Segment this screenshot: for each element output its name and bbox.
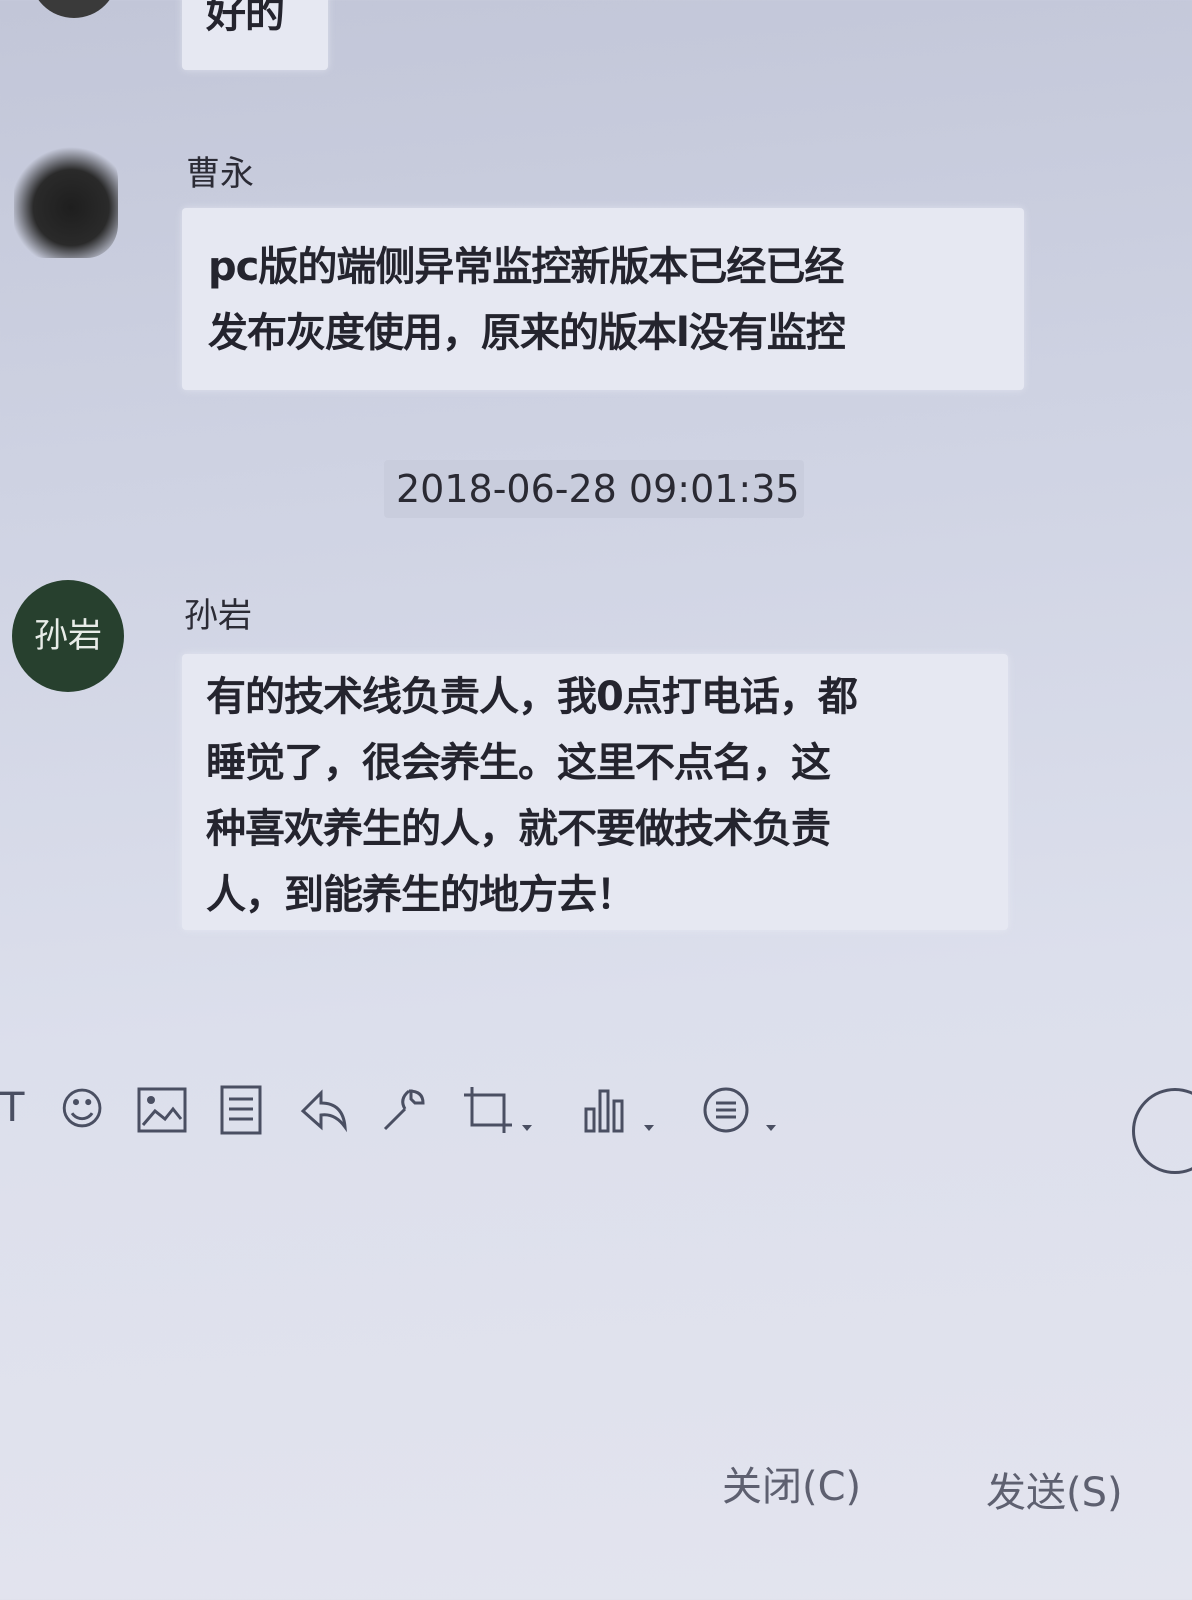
message-line: 有的技术线负责人，我0点打电话，都	[206, 674, 858, 720]
avatar-previous[interactable]	[30, 0, 118, 18]
message-line: 发布灰度使用，原来的版本l没有监控	[208, 310, 846, 356]
clock-icon[interactable]	[1132, 1088, 1192, 1174]
message-line: pc版的端侧异常监控新版本已经已经	[208, 244, 844, 290]
send-button[interactable]: 发送(S)	[986, 1460, 1123, 1518]
message-bubble-previous: 好的	[182, 0, 328, 70]
close-button[interactable]: 关闭(C)	[722, 1454, 861, 1512]
avatar-sunyan[interactable]: 孙岩	[12, 580, 124, 692]
message-line: 种喜欢养生的人，就不要做技术负责	[206, 806, 831, 852]
sender-name: 曹永	[186, 154, 254, 194]
font-icon[interactable]: T	[0, 1078, 24, 1138]
message-bubble: 有的技术线负责人，我0点打电话，都 睡觉了，很会养生。这里不点名，这 种喜欢养生…	[182, 654, 1008, 930]
shake-icon[interactable]	[296, 1080, 352, 1140]
timestamp: 2018-06-28 09:01:35	[396, 467, 800, 511]
message-line: 睡觉了，很会养生。这里不点名，这	[206, 740, 831, 786]
emoji-icon[interactable]: ☺	[54, 1080, 110, 1140]
screenshot-icon[interactable]	[460, 1080, 540, 1140]
image-icon[interactable]	[134, 1080, 190, 1140]
avatar-caoyong[interactable]	[14, 146, 118, 258]
message-line: 人，到能养生的地方去！	[206, 872, 636, 918]
chat-history-icon[interactable]	[700, 1080, 784, 1140]
message-text: 好的	[206, 0, 285, 37]
input-toolbar: T ☺	[0, 1060, 1192, 1174]
voice-message-icon[interactable]	[580, 1080, 660, 1140]
remote-assist-icon[interactable]	[376, 1080, 432, 1140]
timestamp-badge: 2018-06-28 09:01:35	[384, 460, 804, 518]
message-bubble: pc版的端侧异常监控新版本已经已经 发布灰度使用，原来的版本l没有监控	[182, 208, 1024, 390]
sender-name: 孙岩	[184, 596, 252, 636]
avatar-label: 孙岩	[34, 616, 102, 656]
file-icon[interactable]	[216, 1080, 266, 1140]
